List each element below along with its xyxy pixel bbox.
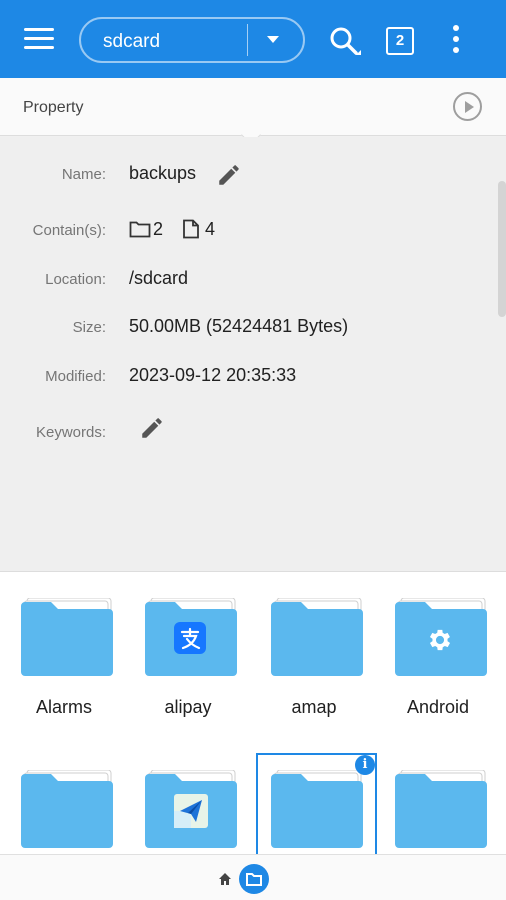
folder-icon[interactable]	[239, 864, 269, 894]
size-label: Size:	[72, 319, 106, 336]
home-icon[interactable]	[218, 872, 232, 886]
path-selector[interactable]: sdcard	[79, 17, 305, 63]
file-grid: Alarms alipay amap Android i	[0, 571, 506, 857]
more-vertical-icon[interactable]	[448, 24, 464, 56]
keywords-label: Keywords:	[35, 424, 106, 441]
property-panel: Name: backups Contain(s): 2 4 Location: …	[0, 137, 506, 571]
dropdown-arrow-icon[interactable]	[267, 36, 279, 43]
grid-item-label: Android	[406, 697, 470, 717]
folder-icon	[271, 597, 363, 676]
name-value: backups	[129, 163, 197, 183]
name-label: Name:	[61, 166, 106, 183]
edit-keywords-icon[interactable]	[139, 415, 165, 441]
grid-item-android[interactable]: Android	[376, 572, 500, 717]
location-label: Location:	[45, 271, 106, 288]
gear-icon	[426, 626, 454, 659]
grid-item-label: alipay	[164, 697, 212, 717]
size-value: 50.00MB (52424481 Bytes)	[129, 316, 349, 336]
path-divider	[247, 24, 248, 56]
edit-name-icon[interactable]	[216, 162, 242, 188]
tab-count: 2	[395, 32, 405, 49]
tabs-icon[interactable]: 2	[386, 27, 414, 55]
folder-icon	[395, 769, 487, 848]
info-icon[interactable]: i	[355, 755, 375, 775]
scrollbar[interactable]	[498, 181, 506, 317]
contains-label: Contain(s):	[32, 222, 106, 239]
location-value: /sdcard	[129, 268, 189, 288]
app-bar: sdcard 2	[0, 0, 506, 78]
modified-value: 2023-09-12 20:35:33	[129, 365, 297, 385]
grid-item-amap[interactable]: amap	[252, 572, 376, 717]
property-title: Property	[23, 99, 84, 116]
alipay-logo-icon	[174, 622, 206, 659]
bottom-bar	[0, 854, 506, 900]
grid-item-alarms[interactable]: Alarms	[2, 572, 126, 717]
folder-icon	[21, 769, 113, 848]
grid-item-alipay[interactable]: alipay	[126, 572, 250, 717]
folder-outline-icon	[129, 219, 151, 244]
play-icon[interactable]	[453, 92, 482, 121]
search-icon[interactable]	[328, 24, 364, 60]
modified-label: Modified:	[45, 368, 106, 385]
grid-item-label: amap	[291, 697, 337, 717]
file-count: 4	[205, 219, 216, 239]
folder-icon	[21, 597, 113, 676]
folder-count: 2	[153, 219, 164, 239]
file-outline-icon	[182, 219, 200, 244]
path-label: sdcard	[103, 31, 161, 52]
send-app-icon	[174, 794, 208, 833]
menu-icon[interactable]	[24, 26, 56, 52]
grid-item-label: Alarms	[35, 697, 92, 717]
